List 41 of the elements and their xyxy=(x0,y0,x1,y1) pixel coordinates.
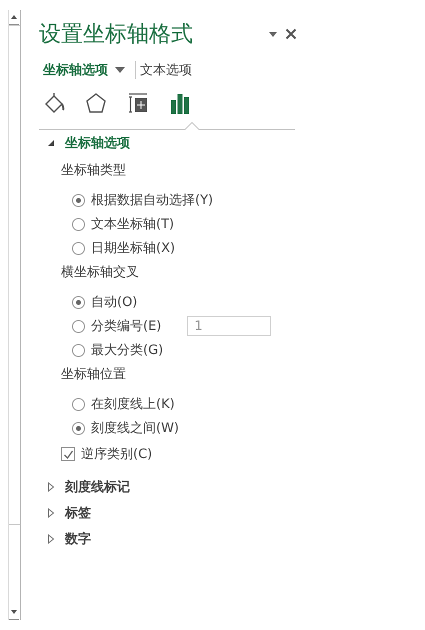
scrollbar[interactable] xyxy=(8,10,21,620)
radio-button[interactable] xyxy=(72,242,85,254)
expand-icon[interactable] xyxy=(47,508,55,518)
size-properties-icon[interactable] xyxy=(127,92,149,114)
expand-icon[interactable] xyxy=(47,534,55,544)
bar-chart-icon[interactable] xyxy=(169,92,191,114)
pentagon-icon[interactable] xyxy=(85,92,107,114)
checkbox[interactable] xyxy=(61,447,75,461)
option-label: 根据数据自动选择(Y) xyxy=(91,192,214,209)
option-label: 日期坐标轴(X) xyxy=(91,240,176,257)
collapse-icon[interactable] xyxy=(47,139,55,147)
option-label: 在刻度线上(K) xyxy=(91,396,175,413)
option-label: 自动(O) xyxy=(91,294,138,311)
radio-button[interactable] xyxy=(72,398,85,410)
expand-icon[interactable] xyxy=(47,482,55,492)
option-label: 最大分类(G) xyxy=(91,342,164,359)
group-label: 坐标轴类型 xyxy=(60,162,126,180)
paint-bucket-icon[interactable] xyxy=(43,92,65,114)
radio-button[interactable] xyxy=(72,422,85,434)
dropdown-icon[interactable] xyxy=(268,29,278,39)
section-header[interactable]: 刻度线标记 xyxy=(65,478,130,496)
tab[interactable]: 文本选项 xyxy=(140,59,192,81)
checkbox-label: 逆序类别(C) xyxy=(81,446,152,463)
section-header[interactable]: 坐标轴选项 xyxy=(65,134,130,152)
group-label: 横坐标轴交叉 xyxy=(60,264,139,282)
option-label: 分类编号(E) xyxy=(91,318,162,335)
option-label: 文本坐标轴(T) xyxy=(91,216,174,233)
section-header[interactable]: 标签 xyxy=(65,504,91,522)
radio-button[interactable] xyxy=(72,296,85,308)
option-label: 刻度线之间(W) xyxy=(91,420,179,437)
close-icon[interactable] xyxy=(285,28,297,40)
scroll-down-icon[interactable] xyxy=(9,607,19,620)
pane-title: 设置坐标轴格式 xyxy=(39,21,194,49)
radio-button[interactable] xyxy=(72,320,85,332)
tab[interactable]: 坐标轴选项 xyxy=(43,59,108,81)
radio-button[interactable] xyxy=(72,218,85,230)
section-header[interactable]: 数字 xyxy=(65,530,91,548)
radio-button[interactable] xyxy=(72,344,85,356)
caret-icon[interactable] xyxy=(115,66,125,74)
group-label: 坐标轴位置 xyxy=(60,366,126,384)
radio-button[interactable] xyxy=(72,194,85,206)
